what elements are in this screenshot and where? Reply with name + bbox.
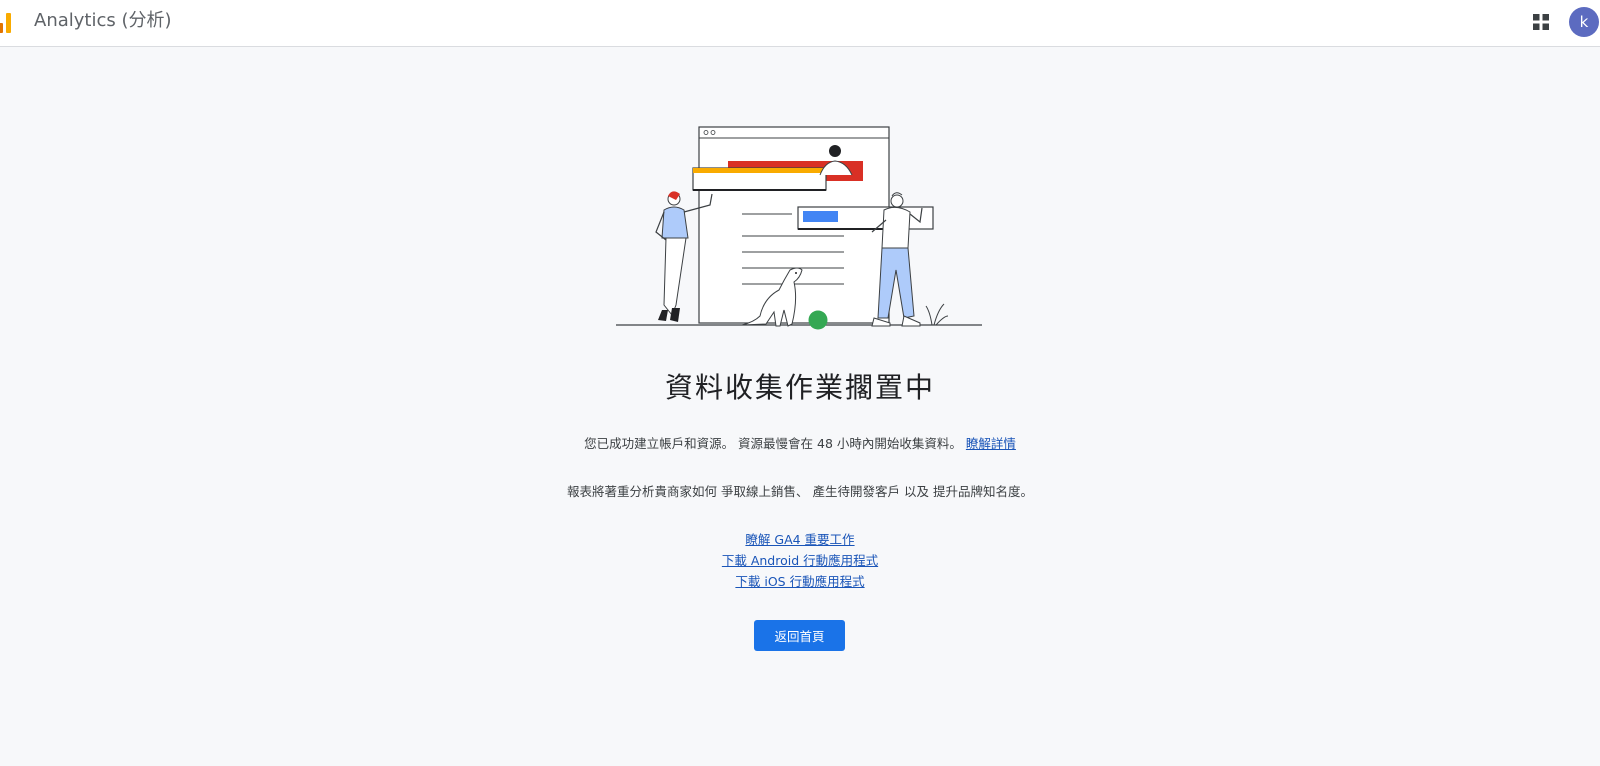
top-app-bar: Analytics (分析) k (0, 0, 1600, 47)
data-collection-illustration (616, 126, 982, 330)
analytics-logo-icon[interactable] (0, 9, 20, 33)
learn-more-link[interactable]: 瞭解詳情 (966, 436, 1016, 451)
report-description: 報表將著重分析貴商家如何 爭取線上銷售、 產生待開發客戶 以及 提升品牌知名度。 (567, 484, 1033, 499)
account-avatar[interactable]: k (1569, 7, 1599, 37)
page-heading: 資料收集作業擱置中 (664, 371, 935, 404)
resource-links: 瞭解 GA4 重要工作 下載 Android 行動應用程式 下載 iOS 行動應… (0, 529, 1600, 592)
back-to-home-button[interactable]: 返回首頁 (754, 620, 845, 651)
ios-app-link[interactable]: 下載 iOS 行動應用程式 (735, 571, 864, 592)
success-message-text: 您已成功建立帳戶和資源。 資源最慢會在 48 小時內開始收集資料。 (584, 436, 962, 451)
success-message: 您已成功建立帳戶和資源。 資源最慢會在 48 小時內開始收集資料。 瞭解詳情 (0, 433, 1600, 452)
ga4-tasks-link[interactable]: 瞭解 GA4 重要工作 (745, 529, 854, 550)
android-app-link[interactable]: 下載 Android 行動應用程式 (722, 550, 878, 571)
apps-grid-icon[interactable] (1532, 13, 1550, 31)
app-title: Analytics (分析) (34, 10, 172, 31)
